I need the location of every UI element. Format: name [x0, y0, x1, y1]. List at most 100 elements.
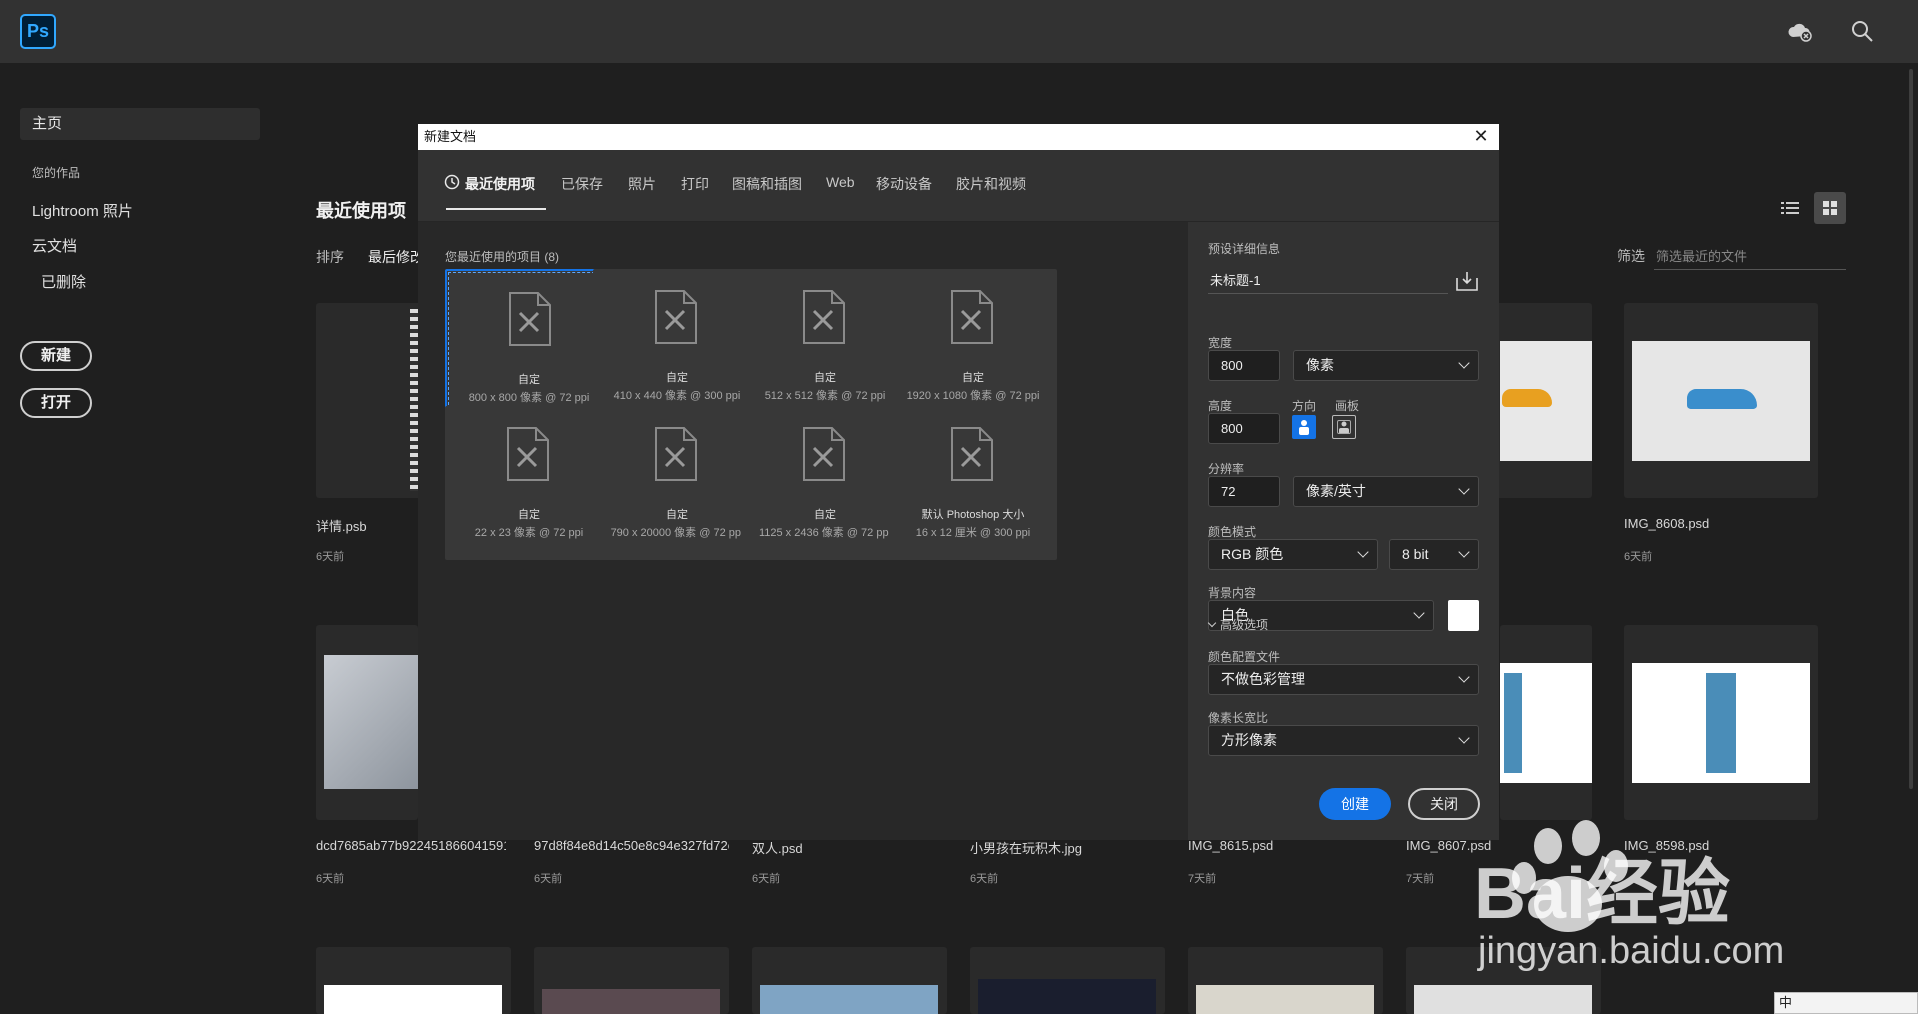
file-name[interactable]: 97d8f84e8d14c50e8c94e327fd72c4...: [534, 838, 729, 853]
tab-web[interactable]: Web: [826, 174, 855, 190]
portrait-orientation-button[interactable]: [1292, 415, 1316, 439]
grid-view-icon: [1823, 201, 1837, 215]
file-name[interactable]: IMG_8615.psd: [1188, 838, 1388, 853]
sidebar-item-lightroom[interactable]: Lightroom 照片: [32, 200, 133, 221]
file-thumbnail[interactable]: [752, 947, 947, 1014]
tab-print[interactable]: 打印: [681, 174, 709, 194]
preset-size: 16 x 12 厘米 @ 300 ppi: [915, 527, 1031, 539]
preset-card[interactable]: 自定 1125 x 2436 像素 @ 72 ppi: [741, 406, 909, 560]
file-thumbnail[interactable]: [534, 947, 729, 1014]
preset-details-panel: 预设详细信息 未标题-1 宽度 800 像素 高度 方向 画板 800 分辨率 …: [1188, 222, 1499, 840]
details-heading: 预设详细信息: [1208, 242, 1281, 256]
preset-size: 1920 x 1080 像素 @ 72 ppi: [906, 390, 1040, 402]
tab-photo[interactable]: 照片: [628, 174, 656, 194]
filter-label: 筛选: [1617, 248, 1645, 264]
pixel-aspect-value: 方形像素: [1221, 732, 1277, 748]
pixel-aspect-select[interactable]: 方形像素: [1208, 725, 1479, 756]
sidebar-item-home[interactable]: 主页: [20, 108, 260, 140]
chevron-down-icon: [1458, 732, 1470, 744]
document-icon: [951, 290, 993, 344]
preset-card[interactable]: 自定 1920 x 1080 像素 @ 72 ppi: [889, 269, 1057, 423]
document-name-field[interactable]: 未标题-1: [1208, 268, 1448, 294]
preset-card[interactable]: 自定 512 x 512 像素 @ 72 ppi: [741, 269, 909, 423]
width-input[interactable]: 800: [1208, 350, 1280, 381]
cloud-offline-icon[interactable]: [1787, 18, 1813, 44]
preset-name: 自定: [814, 509, 836, 521]
list-view-icon: [1781, 202, 1799, 214]
file-date: 6天前: [752, 873, 781, 885]
width-label: 宽度: [1208, 336, 1233, 350]
preset-card[interactable]: 自定 790 x 20000 像素 @ 72 ppi: [593, 406, 761, 560]
color-profile-value: 不做色彩管理: [1221, 671, 1305, 687]
preset-tabs: 最近使用项 已保存 照片 打印 图稿和插图 Web 移动设备 胶片和视频: [418, 150, 1499, 222]
search-icon[interactable]: [1849, 18, 1875, 44]
tab-mobile[interactable]: 移动设备: [876, 174, 932, 194]
chevron-down-icon: [1458, 546, 1470, 558]
preset-size: 1125 x 2436 像素 @ 72 ppi: [758, 527, 892, 539]
file-thumbnail[interactable]: [316, 947, 511, 1014]
top-bar: Ps: [0, 0, 1918, 63]
file-name[interactable]: 双人.psd: [752, 838, 952, 857]
ime-language[interactable]: 中: [1779, 995, 1792, 1010]
sidebar-item-cloud-docs[interactable]: 云文档: [32, 235, 77, 256]
resolution-unit-select[interactable]: 像素/英寸: [1293, 476, 1479, 507]
file-thumbnail[interactable]: [1624, 625, 1818, 820]
resolution-unit-value: 像素/英寸: [1306, 483, 1366, 499]
preset-name: 自定: [518, 509, 540, 521]
save-preset-icon[interactable]: [1455, 270, 1479, 292]
document-icon: [655, 290, 697, 344]
tab-art-illustration[interactable]: 图稿和插图: [732, 174, 802, 194]
thumbnail-image: [324, 655, 418, 789]
preset-size: 512 x 512 像素 @ 72 ppi: [764, 390, 886, 402]
sidebar-item-deleted[interactable]: 已删除: [41, 271, 86, 292]
clock-icon: [444, 174, 460, 190]
create-button[interactable]: 创建: [1319, 788, 1391, 820]
bit-depth-select[interactable]: 8 bit: [1389, 539, 1479, 570]
color-mode-select[interactable]: RGB 颜色: [1208, 539, 1378, 570]
color-profile-select[interactable]: 不做色彩管理: [1208, 664, 1479, 695]
grid-view-button[interactable]: [1814, 192, 1846, 224]
new-button[interactable]: 新建: [20, 341, 92, 371]
preset-name: 自定: [666, 372, 688, 384]
sort-dropdown[interactable]: 最后修改: [368, 247, 418, 267]
file-thumbnail[interactable]: [316, 625, 418, 820]
file-name[interactable]: dcd7685ab77b9224518660415917a...: [316, 838, 506, 853]
preset-card[interactable]: 自定 22 x 23 像素 @ 72 ppi: [445, 406, 613, 560]
tab-film-video[interactable]: 胶片和视频: [956, 174, 1026, 194]
file-thumbnail[interactable]: [1188, 947, 1383, 1014]
chevron-down-icon: [1357, 546, 1369, 558]
file-date: 6天前: [534, 873, 563, 885]
file-date: 6天前: [1624, 551, 1653, 563]
file-thumbnail[interactable]: [1624, 303, 1818, 498]
advanced-options-toggle[interactable]: 高级选项: [1207, 616, 1268, 633]
dialog-close-icon[interactable]: ✕: [1471, 124, 1491, 150]
preset-card[interactable]: 默认 Photoshop 大小 16 x 12 厘米 @ 300 ppi: [889, 406, 1057, 560]
color-profile-label: 颜色配置文件: [1208, 650, 1281, 664]
file-name[interactable]: 小男孩在玩积木.jpg: [970, 838, 1170, 857]
thumbnail-image: [1632, 341, 1810, 461]
height-input[interactable]: 800: [1208, 413, 1280, 444]
width-unit-select[interactable]: 像素: [1293, 350, 1479, 381]
preset-card[interactable]: 自定 800 x 800 像素 @ 72 ppi: [445, 269, 613, 423]
sort-label: 排序: [316, 249, 344, 265]
file-name[interactable]: IMG_8608.psd: [1624, 516, 1824, 531]
chevron-down-icon: [1413, 607, 1425, 619]
artboard-checkbox[interactable]: [1337, 420, 1351, 434]
preset-card[interactable]: 自定 410 x 440 像素 @ 300 ppi: [593, 269, 761, 423]
list-view-button[interactable]: [1774, 192, 1806, 224]
file-thumbnail[interactable]: [970, 947, 1165, 1014]
vertical-scrollbar[interactable]: [1904, 63, 1918, 1014]
ime-toolbar[interactable]: 中: [1774, 992, 1918, 1014]
tab-recent[interactable]: 最近使用项: [465, 174, 535, 194]
filter-input[interactable]: [1654, 244, 1846, 270]
color-mode-label: 颜色模式: [1208, 525, 1257, 539]
tab-saved[interactable]: 已保存: [561, 174, 603, 194]
file-thumbnail[interactable]: [1500, 625, 1592, 820]
open-button[interactable]: 打开: [20, 388, 92, 418]
recent-heading: 您最近使用的项目 (8): [445, 250, 560, 264]
background-color-swatch[interactable]: [1448, 600, 1479, 631]
resolution-input[interactable]: 72: [1208, 476, 1280, 507]
photoshop-logo[interactable]: Ps: [20, 14, 56, 49]
active-tab-indicator: [446, 208, 546, 210]
scrollbar-thumb[interactable]: [1909, 69, 1913, 789]
